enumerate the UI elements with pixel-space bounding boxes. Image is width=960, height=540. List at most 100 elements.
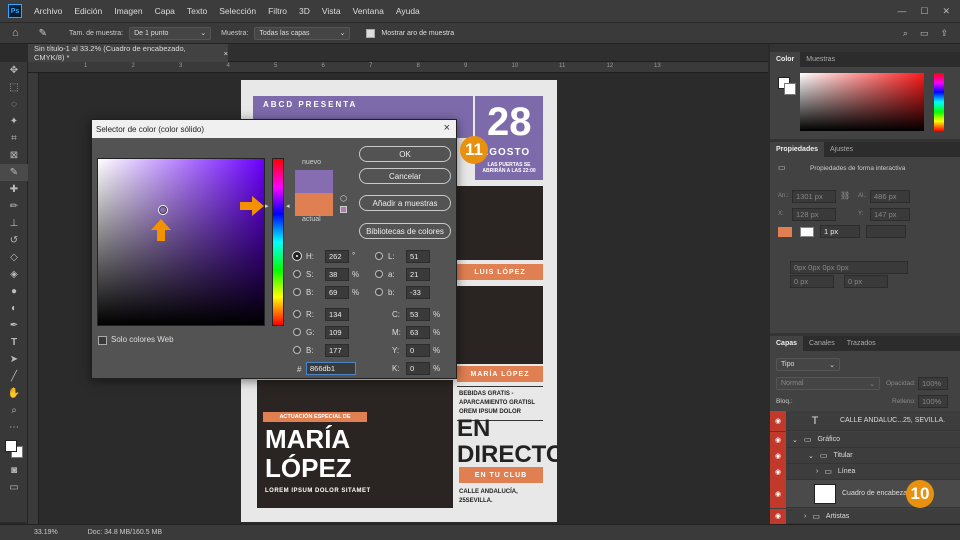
menu-filtro[interactable]: Filtro <box>262 6 293 16</box>
eraser-tool-icon[interactable]: ◇ <box>0 249 28 266</box>
menu-capa[interactable]: Capa <box>149 6 181 16</box>
cyan-field[interactable]: 53 <box>406 308 430 321</box>
yellow-field[interactable]: 0 <box>406 344 430 357</box>
tab-properties[interactable]: Propiedades <box>770 142 825 157</box>
layer-filter-select[interactable]: Tipo ⌄ <box>776 358 840 371</box>
lab-b-radio[interactable] <box>375 288 383 296</box>
web-safe-swatch[interactable] <box>340 206 347 213</box>
tab-color[interactable]: Color <box>770 52 801 67</box>
home-icon[interactable]: ⌂ <box>12 27 19 39</box>
lab-l-field[interactable]: 51 <box>406 250 430 263</box>
gamut-warning-icon[interactable]: ⬡ <box>340 194 347 203</box>
brightness-radio[interactable] <box>293 288 301 296</box>
blue-radio[interactable] <box>293 346 301 354</box>
zoom-tool-icon[interactable]: ⌕ <box>0 402 28 419</box>
history-brush-tool-icon[interactable]: ↺ <box>0 232 28 249</box>
menu-ayuda[interactable]: Ayuda <box>390 6 426 16</box>
layer-row[interactable]: ◉ ⌄ ▭ Titular <box>770 447 960 464</box>
menu-imagen[interactable]: Imagen <box>108 6 148 16</box>
fill-field[interactable]: 100% <box>918 395 948 408</box>
maximize-icon[interactable]: ☐ <box>920 6 928 17</box>
hue-slider[interactable] <box>272 158 284 326</box>
screen-mode-icon[interactable]: ▭ <box>0 479 28 496</box>
hue-radio[interactable] <box>293 252 301 260</box>
brush-tool-icon[interactable]: ✏ <box>0 198 28 215</box>
black-field[interactable]: 0 <box>406 362 430 375</box>
menu-ventana[interactable]: Ventana <box>347 6 390 16</box>
red-radio[interactable] <box>293 310 301 318</box>
chevron-down-icon[interactable]: ⌄ <box>808 452 814 460</box>
menu-vista[interactable]: Vista <box>316 6 347 16</box>
opacity-field[interactable]: 100% <box>918 377 948 390</box>
stroke-type-select[interactable] <box>866 225 906 238</box>
corner-radius-field[interactable]: 0px 0px 0px 0px <box>790 261 908 274</box>
line-tool-icon[interactable]: ╱ <box>0 368 28 385</box>
sample-select[interactable]: Todas las capas ⌄ <box>254 26 351 40</box>
minimize-icon[interactable]: — <box>897 6 906 17</box>
saturation-field[interactable]: 38 <box>325 268 349 281</box>
pen-tool-icon[interactable]: ✒ <box>0 317 28 334</box>
web-colors-checkbox[interactable] <box>98 336 107 345</box>
eyedropper-tool-icon[interactable]: ✎ <box>39 28 47 39</box>
hue-slider-handle-icon[interactable]: ◂ <box>286 202 290 210</box>
dialog-close-icon[interactable]: × <box>444 122 450 134</box>
blur-tool-icon[interactable]: ● <box>0 283 28 300</box>
show-ring-checkbox[interactable] <box>366 28 376 38</box>
menu-seleccion[interactable]: Selección <box>213 6 262 16</box>
ok-button[interactable]: OK <box>359 146 451 162</box>
zoom-level[interactable]: 33.19% <box>34 529 58 536</box>
menu-texto[interactable]: Texto <box>181 6 213 16</box>
eye-icon[interactable]: ◉ <box>770 463 786 480</box>
stroke-color-swatch[interactable] <box>800 227 814 237</box>
tab-channels[interactable]: Canales <box>803 336 841 351</box>
eye-icon[interactable]: ◉ <box>770 447 786 464</box>
eye-icon[interactable]: ◉ <box>770 410 786 431</box>
document-tab[interactable]: Sin título-1 al 33.2% (Cuadro de encabez… <box>28 44 228 62</box>
workspace-icon[interactable]: ▭ <box>920 28 929 39</box>
layer-row[interactable]: ◉ › ▭ Línea <box>770 463 960 480</box>
share-icon[interactable]: ⇪ <box>940 28 948 39</box>
healing-brush-tool-icon[interactable]: ✚ <box>0 181 28 198</box>
green-field[interactable]: 109 <box>325 326 349 339</box>
stamp-tool-icon[interactable]: ⊥ <box>0 215 28 232</box>
y-field[interactable]: 147 px <box>870 208 910 221</box>
green-radio[interactable] <box>293 328 301 336</box>
dodge-tool-icon[interactable]: ◐ <box>0 300 28 317</box>
panel-hue-slider[interactable] <box>934 73 944 131</box>
eyedropper-tool-icon[interactable]: ✎ <box>0 164 28 181</box>
marquee-tool-icon[interactable]: ⬚ <box>0 79 28 96</box>
cancel-button[interactable]: Cancelar <box>359 168 451 184</box>
current-color-swatch[interactable] <box>295 193 333 216</box>
chevron-right-icon[interactable]: › <box>804 513 806 520</box>
tab-layers[interactable]: Capas <box>770 336 804 351</box>
brightness-field[interactable]: 69 <box>325 286 349 299</box>
layer-row[interactable]: ◉ › ▭ Artistas <box>770 508 960 524</box>
frame-tool-icon[interactable]: ⊠ <box>0 147 28 164</box>
stroke-width-field[interactable]: 1 px <box>820 225 860 238</box>
radius-1-field[interactable]: 0 px <box>790 275 834 288</box>
eye-icon[interactable]: ◉ <box>770 508 786 524</box>
layer-row[interactable]: ◉ T CALLE ANDALUC...25, SEVILLA. <box>770 410 960 431</box>
magic-wand-tool-icon[interactable]: ✦ <box>0 113 28 130</box>
eye-icon[interactable]: ◉ <box>770 479 786 508</box>
color-field-cursor[interactable] <box>159 206 167 214</box>
hue-field[interactable]: 262 <box>325 250 349 263</box>
tab-adjustments[interactable]: Ajustes <box>824 142 859 157</box>
width-field[interactable]: 1301 px <box>792 190 836 203</box>
crop-tool-icon[interactable]: ⌗ <box>0 130 28 147</box>
eye-icon[interactable]: ◉ <box>770 431 786 448</box>
menu-edicion[interactable]: Edición <box>68 6 108 16</box>
tab-swatches[interactable]: Muestras <box>800 52 841 67</box>
chevron-right-icon[interactable]: › <box>816 468 818 475</box>
add-swatches-button[interactable]: Añadir a muestras <box>359 195 451 211</box>
sample-size-select[interactable]: De 1 punto ⌄ <box>129 26 212 40</box>
color-libraries-button[interactable]: Bibliotecas de colores <box>359 223 451 239</box>
lab-l-radio[interactable] <box>375 252 383 260</box>
bucket-tool-icon[interactable]: ◈ <box>0 266 28 283</box>
height-field[interactable]: 486 px <box>870 190 910 203</box>
hand-tool-icon[interactable]: ✋ <box>0 385 28 402</box>
saturation-radio[interactable] <box>293 270 301 278</box>
layer-row[interactable]: ◉ ⌄ ▭ Gráfico <box>770 431 960 448</box>
radius-2-field[interactable]: 0 px <box>844 275 888 288</box>
quick-mask-icon[interactable]: ◙ <box>0 462 28 479</box>
